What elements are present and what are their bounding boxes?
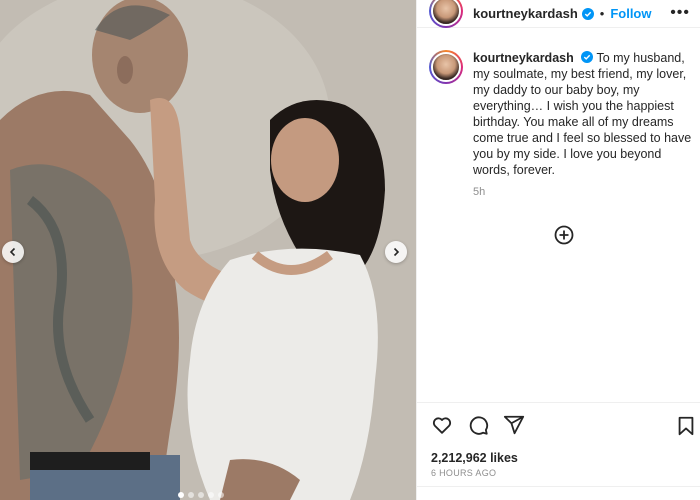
- post-header: kourtneykardash • Follow •••: [417, 0, 700, 28]
- next-photo-button[interactable]: [385, 241, 407, 263]
- caption-username[interactable]: kourtneykardash: [473, 51, 574, 65]
- caption: kourtneykardash To my husband, my soulma…: [417, 28, 700, 198]
- action-bar: [417, 402, 700, 446]
- chevron-left-icon: [9, 247, 16, 257]
- carousel-dot: [198, 492, 204, 498]
- caption-body: To my husband, my soulmate, my best frie…: [473, 51, 692, 177]
- post-image: [0, 0, 416, 500]
- verified-badge-icon: [581, 7, 594, 20]
- username-link[interactable]: kourtneykardash: [473, 6, 578, 21]
- comment-icon[interactable]: [467, 414, 489, 436]
- avatar-image: [431, 52, 461, 82]
- likes-count[interactable]: 2,212,962 likes: [431, 451, 518, 465]
- heart-icon[interactable]: [431, 414, 453, 436]
- carousel-dot: [178, 492, 184, 498]
- avatar-image: [431, 0, 461, 26]
- header-user-row: kourtneykardash • Follow: [473, 6, 652, 21]
- caption-age: 5h: [473, 186, 486, 198]
- post-photo[interactable]: [0, 0, 416, 500]
- verified-badge-icon: [581, 51, 594, 63]
- caption-text: kourtneykardash To my husband, my soulma…: [473, 50, 693, 178]
- avatar[interactable]: [429, 0, 463, 28]
- posted-timestamp: 6 HOURS AGO: [431, 468, 497, 478]
- carousel-dot: [188, 492, 194, 498]
- bookmark-icon[interactable]: [675, 415, 697, 437]
- add-circle-icon[interactable]: [554, 225, 574, 245]
- comment-bar[interactable]: [417, 486, 700, 500]
- post-side-panel: kourtneykardash • Follow ••• kourtneykar…: [416, 0, 700, 500]
- chevron-right-icon: [393, 247, 400, 257]
- more-options-button[interactable]: •••: [670, 4, 690, 22]
- avatar[interactable]: [429, 50, 463, 84]
- carousel-dot: [208, 492, 214, 498]
- previous-photo-button[interactable]: [2, 241, 24, 263]
- carousel-indicator: [178, 492, 224, 498]
- paper-plane-icon[interactable]: [503, 414, 525, 436]
- carousel-dot: [218, 492, 224, 498]
- follow-button[interactable]: Follow: [610, 6, 651, 21]
- separator-dot: •: [599, 6, 605, 21]
